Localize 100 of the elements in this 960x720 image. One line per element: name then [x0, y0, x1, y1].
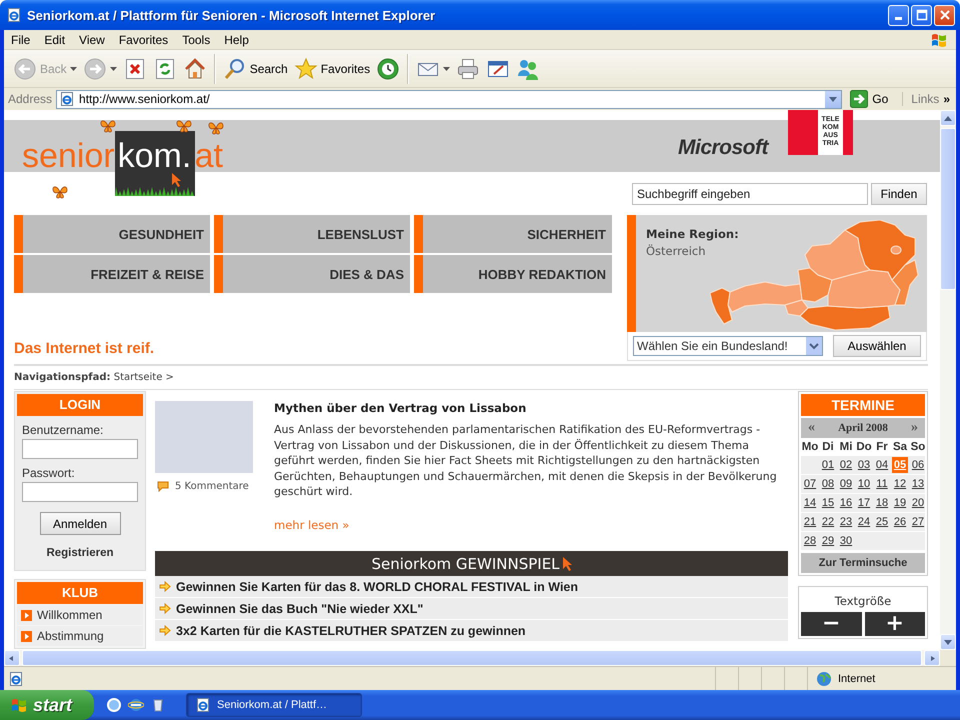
- taskbar-button[interactable]: Seniorkom.at / Plattf…: [186, 693, 362, 717]
- username-field[interactable]: [22, 439, 138, 459]
- calendar-day[interactable]: 15: [820, 495, 836, 511]
- tagline: Das Internet ist reif.: [14, 340, 156, 357]
- calendar-day[interactable]: 28: [802, 533, 818, 549]
- contest-link[interactable]: Gewinnen Sie Karten für das 8. WORLD CHORAL FESTIVAL in Wien: [155, 576, 788, 598]
- arrow-icon: [944, 116, 952, 120]
- search-button[interactable]: Search: [220, 52, 291, 84]
- calendar-day[interactable]: 01: [820, 457, 836, 473]
- scrollbar-thumb[interactable]: [940, 128, 956, 290]
- nav-tile[interactable]: GESUNDHEIT: [14, 215, 210, 253]
- dropdown-button[interactable]: [825, 90, 842, 108]
- nav-tile[interactable]: SICHERHEIT: [414, 215, 612, 253]
- weekday-label: Mi: [838, 440, 854, 455]
- calendar-day[interactable]: 25: [874, 514, 890, 530]
- calendar-day[interactable]: 26: [892, 514, 908, 530]
- windows-flag-icon: [10, 697, 28, 713]
- calendar-day[interactable]: 20: [910, 495, 926, 511]
- go-button[interactable]: Go: [846, 90, 892, 108]
- logo-text: senior: [22, 139, 115, 173]
- nav-tile[interactable]: LEBENSLUST: [214, 215, 410, 253]
- calendar-day[interactable]: 14: [802, 495, 818, 511]
- sponsor-logo-text: Microsoft: [678, 137, 768, 158]
- address-box[interactable]: http://www.seniorkom.at/: [56, 90, 842, 108]
- more-button[interactable]: »: [943, 92, 950, 106]
- prev-month-link[interactable]: «: [808, 420, 815, 436]
- menu-item[interactable]: Tools: [175, 32, 218, 46]
- next-month-link[interactable]: »: [911, 420, 918, 436]
- menu-item[interactable]: View: [72, 32, 112, 46]
- calendar-day[interactable]: 29: [820, 533, 836, 549]
- decrease-text-button[interactable]: −: [801, 612, 862, 636]
- calendar-day[interactable]: 17: [856, 495, 872, 511]
- calendar-day[interactable]: 18: [874, 495, 890, 511]
- region-value: Österreich: [646, 244, 707, 258]
- minimize-button[interactable]: [888, 4, 909, 26]
- arrow-icon: [159, 603, 171, 614]
- window-title: Seniorkom.at / Plattform für Senioren - Microsoft Internet Explorer: [27, 8, 436, 22]
- butterfly-icon: [100, 119, 116, 133]
- register-link[interactable]: Registrieren: [17, 547, 143, 559]
- calendar-day[interactable]: 24: [856, 514, 872, 530]
- calendar-day[interactable]: 07: [802, 476, 818, 492]
- calendar-day[interactable]: 10: [856, 476, 872, 492]
- butterfly-icon: [176, 119, 192, 133]
- calendar-day[interactable]: 09: [838, 476, 854, 492]
- calendar-day[interactable]: 21: [802, 514, 818, 530]
- weekday-label: Do: [855, 440, 873, 455]
- weekday-label: Sa: [892, 440, 908, 455]
- scroll-right-button[interactable]: [924, 650, 940, 666]
- cursor-icon: [562, 556, 572, 570]
- state-dropdown[interactable]: Wählen Sie ein Bundesland!: [633, 336, 823, 356]
- increase-text-button[interactable]: +: [864, 612, 925, 636]
- breadcrumb: Navigationspfad: Startseite >: [14, 372, 174, 383]
- contest-link[interactable]: 3x2 Karten für die KASTELRUTHER SPATZEN zu gewinnen: [155, 620, 788, 642]
- menu-item[interactable]: File: [4, 32, 38, 46]
- calendar-day[interactable]: 04: [874, 457, 890, 473]
- logo-text: at: [194, 139, 223, 173]
- calendar-day[interactable]: 27: [910, 514, 926, 530]
- menu-item[interactable]: Favorites: [112, 32, 176, 46]
- caret-icon: [806, 337, 822, 355]
- calendar-day[interactable]: 16: [838, 495, 854, 511]
- nav-tile[interactable]: FREIZEIT & REISE: [14, 255, 210, 293]
- calendar-day[interactable]: 11: [874, 476, 890, 492]
- ring-icon: [106, 697, 122, 713]
- calendar-day[interactable]: 12: [892, 476, 908, 492]
- comment-count[interactable]: 5 Kommentare: [175, 481, 249, 492]
- klub-link[interactable]: Abstimmung: [17, 626, 143, 646]
- menu-item[interactable]: Help: [217, 32, 256, 46]
- menu-item[interactable]: Edit: [37, 32, 72, 46]
- calendar-day[interactable]: 30: [838, 533, 854, 549]
- nav-tile[interactable]: HOBBY REDAKTION: [414, 255, 612, 293]
- scroll-down-button[interactable]: [940, 634, 956, 650]
- calendar-day[interactable]: 19: [892, 495, 908, 511]
- select-button[interactable]: Auswählen: [833, 335, 921, 357]
- scroll-left-button[interactable]: [4, 650, 20, 666]
- calendar-day[interactable]: 22: [820, 514, 836, 530]
- event-search-button[interactable]: Zur Terminsuche: [801, 553, 925, 573]
- caret-icon: [110, 66, 117, 70]
- calendar-day[interactable]: 23: [838, 514, 854, 530]
- login-button[interactable]: Anmelden: [40, 512, 120, 535]
- close-button[interactable]: [934, 4, 955, 26]
- contest-link[interactable]: Gewinnen Sie das Buch "Nie wieder XXL": [155, 598, 788, 620]
- search-button[interactable]: Finden: [871, 183, 927, 205]
- calendar-day[interactable]: 03: [856, 457, 872, 473]
- panel-header: KLUB: [17, 582, 143, 604]
- calendar-day[interactable]: 08: [820, 476, 836, 492]
- scroll-up-button[interactable]: [940, 110, 956, 126]
- password-field[interactable]: [22, 482, 138, 502]
- klub-link[interactable]: Willkommen: [17, 605, 143, 625]
- arrow-icon: [159, 625, 171, 636]
- nav-tile[interactable]: DIES & DAS: [214, 255, 410, 293]
- section-title: Seniorkom GEWINNSPIEL: [371, 554, 560, 572]
- favorites-button[interactable]: Favorites: [290, 52, 374, 84]
- calendar-day[interactable]: 13: [910, 476, 926, 492]
- calendar-day[interactable]: 02: [838, 457, 854, 473]
- calendar-day[interactable]: 06: [910, 457, 926, 473]
- search-icon: [222, 56, 247, 80]
- maximize-button[interactable]: [911, 4, 932, 26]
- start-button[interactable]: start: [0, 690, 94, 720]
- globe-icon: [128, 697, 144, 713]
- search-field[interactable]: Suchbegriff eingeben: [632, 183, 868, 205]
